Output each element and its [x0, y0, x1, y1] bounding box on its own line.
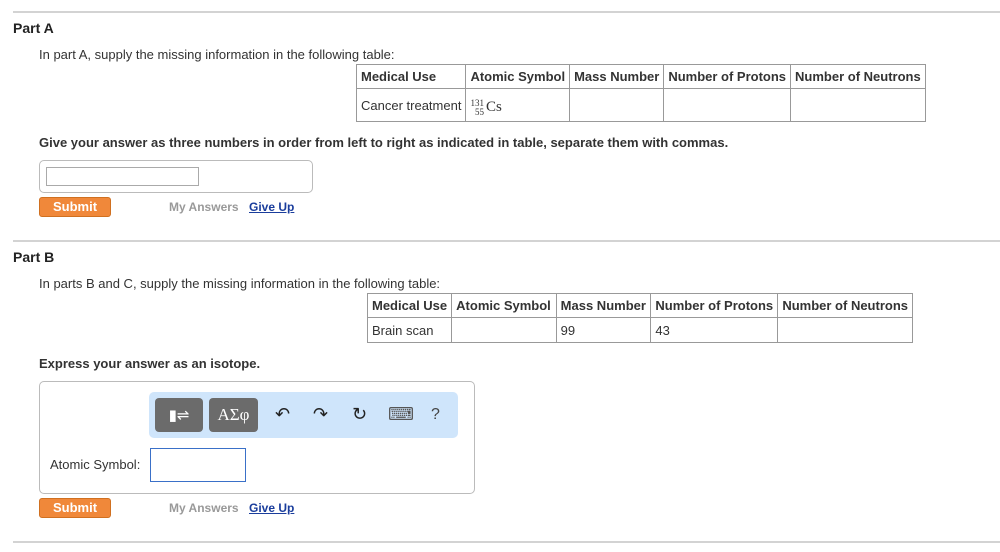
- cell-atomic-symbol: [451, 317, 557, 343]
- part-a-table: Medical Use Atomic Symbol Mass Number Nu…: [355, 64, 926, 122]
- greek-symbols-button[interactable]: ΑΣφ: [209, 398, 258, 432]
- part-b-prompt: Express your answer as an isotope.: [39, 356, 261, 371]
- help-icon[interactable]: ?: [431, 404, 440, 426]
- header-medical-use: Medical Use: [366, 293, 453, 318]
- header-protons: Number of Protons: [650, 293, 779, 318]
- part-b-table: Medical Use Atomic Symbol Mass Number Nu…: [366, 293, 913, 343]
- part-b-my-answers[interactable]: My Answers: [169, 501, 239, 515]
- header-mass-number: Mass Number: [555, 293, 652, 318]
- cell-neutrons: [790, 88, 926, 122]
- header-atomic-symbol: Atomic Symbol: [465, 64, 571, 89]
- redo-icon[interactable]: ↷: [313, 404, 328, 426]
- part-a-my-answers[interactable]: My Answers: [169, 200, 239, 214]
- part-a-prompt: Give your answer as three numbers in ord…: [39, 135, 729, 150]
- part-a-give-up-link[interactable]: Give Up: [249, 200, 294, 214]
- header-neutrons: Number of Neutrons: [790, 64, 926, 89]
- cell-medical-use: Cancer treatment: [355, 88, 467, 122]
- template-button[interactable]: ▮⇌: [155, 398, 203, 432]
- isotope-symbol: 131 55 Cs: [470, 98, 502, 117]
- cell-mass-number: [569, 88, 665, 122]
- part-a-instruction: In part A, supply the missing informatio…: [39, 47, 395, 62]
- keyboard-icon[interactable]: ⌨: [388, 404, 414, 426]
- undo-icon[interactable]: ↶: [275, 404, 290, 426]
- equation-toolbar: ▮⇌ ΑΣφ ↶ ↷ ↻ ⌨ ?: [149, 392, 458, 438]
- cell-protons: [663, 88, 792, 122]
- cell-mass-number: 99: [555, 317, 652, 343]
- divider: [13, 240, 1000, 242]
- atomic-number: 55: [474, 106, 484, 117]
- divider: [13, 11, 1000, 13]
- element-symbol: Cs: [485, 99, 502, 115]
- table-row: Cancer treatment 131 55 Cs: [355, 88, 926, 122]
- cell-neutrons: [777, 317, 913, 343]
- table-row: Brain scan 99 43: [366, 317, 913, 343]
- cell-protons: 43: [650, 317, 779, 343]
- cell-atomic-symbol: 131 55 Cs: [465, 88, 571, 122]
- part-b-title: Part B: [13, 249, 55, 265]
- cell-medical-use: Brain scan: [366, 317, 453, 343]
- header-neutrons: Number of Neutrons: [777, 293, 913, 318]
- header-atomic-symbol: Atomic Symbol: [451, 293, 557, 318]
- part-b-give-up-link[interactable]: Give Up: [249, 501, 294, 515]
- reset-icon[interactable]: ↻: [352, 404, 367, 426]
- atomic-symbol-input[interactable]: [150, 448, 246, 482]
- header-medical-use: Medical Use: [355, 64, 467, 89]
- part-a-title: Part A: [13, 20, 54, 36]
- part-b-submit-button[interactable]: Submit: [39, 498, 111, 518]
- part-a-answer-input[interactable]: [46, 167, 199, 186]
- divider: [13, 541, 1000, 543]
- header-protons: Number of Protons: [663, 64, 792, 89]
- part-a-submit-button[interactable]: Submit: [39, 197, 111, 217]
- header-mass-number: Mass Number: [569, 64, 665, 89]
- atomic-symbol-label: Atomic Symbol:: [50, 457, 141, 472]
- part-a-answer-box: [39, 160, 313, 193]
- part-b-instruction: In parts B and C, supply the missing inf…: [39, 276, 441, 291]
